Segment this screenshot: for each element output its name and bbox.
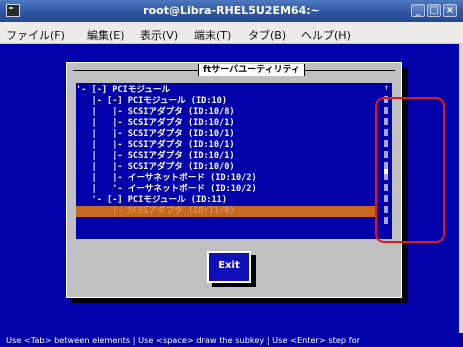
tree-row[interactable]: | |- SCSIアダプタ (ID:10/1) <box>76 129 376 140</box>
minimize-button[interactable]: _ <box>411 4 425 17</box>
menu-help[interactable]: ヘルプ(H) <box>301 27 351 43</box>
window-title: root@Libra-RHEL5U2EM64:~ <box>143 4 320 17</box>
maximize-button[interactable]: □ <box>427 4 441 17</box>
tree-row[interactable]: '- [-] PCIモジュール (ID:11) <box>76 195 376 206</box>
menu-bar: ファイル(F) 編集(E) 表示(V) 端末(T) タブ(B) ヘルプ(H) <box>0 22 463 44</box>
window-titlebar[interactable]: root@Libra-RHEL5U2EM64:~ _ □ × <box>0 0 463 22</box>
dialog-title: ftサーバユーティリティ <box>198 64 306 76</box>
scrollbar-highlight-annotation <box>375 97 445 243</box>
tree-row[interactable]: | |- SCSIアダプタ (ID:10/1) <box>76 140 376 151</box>
menu-tabs[interactable]: タブ(B) <box>248 27 286 43</box>
menu-edit[interactable]: 編集(E) <box>87 27 125 43</box>
tree-row[interactable]: | |- SCSIアダプタ (ID:10/0) <box>76 162 376 173</box>
tree-row[interactable]: | |- SCSIアダプタ (ID:10/1) <box>76 118 376 129</box>
tree-row[interactable]: | |- SCSIアダプタ (ID:10/1) <box>76 151 376 162</box>
tree-row[interactable]: | |- SCSIアダプタ (ID:10/8) <box>76 107 376 118</box>
scroll-up-arrow-icon[interactable]: ↑ <box>384 83 392 93</box>
tree-row[interactable]: '- [-] PCIモジュール <box>76 85 376 96</box>
tree-row[interactable]: | |- イーサネットボード (ID:10/2) <box>76 173 376 184</box>
ft-server-utility-dialog: ftサーバユーティリティ '- [-] PCIモジュール |- [-] PCIモ… <box>66 62 402 298</box>
menu-file[interactable]: ファイル(F) <box>6 27 65 43</box>
exit-button[interactable]: Exit <box>207 251 251 283</box>
device-tree-list[interactable]: '- [-] PCIモジュール |- [-] PCIモジュール (ID:10) … <box>76 83 392 239</box>
close-button[interactable]: × <box>443 4 457 17</box>
tree-row[interactable]: | '- イーサネットボード (ID:10/2) <box>76 184 376 195</box>
tree-row[interactable]: |- [-] PCIモジュール (ID:10) <box>76 96 376 107</box>
terminal-scrollbar[interactable] <box>459 44 463 333</box>
tree-row-selected[interactable]: |- SCSIアダプタ (ID:11/8) <box>76 206 376 217</box>
status-bar: Use <Tab> between elements | Use <space>… <box>0 333 463 347</box>
menu-terminal[interactable]: 端末(T) <box>194 27 231 43</box>
menu-view[interactable]: 表示(V) <box>140 27 178 43</box>
